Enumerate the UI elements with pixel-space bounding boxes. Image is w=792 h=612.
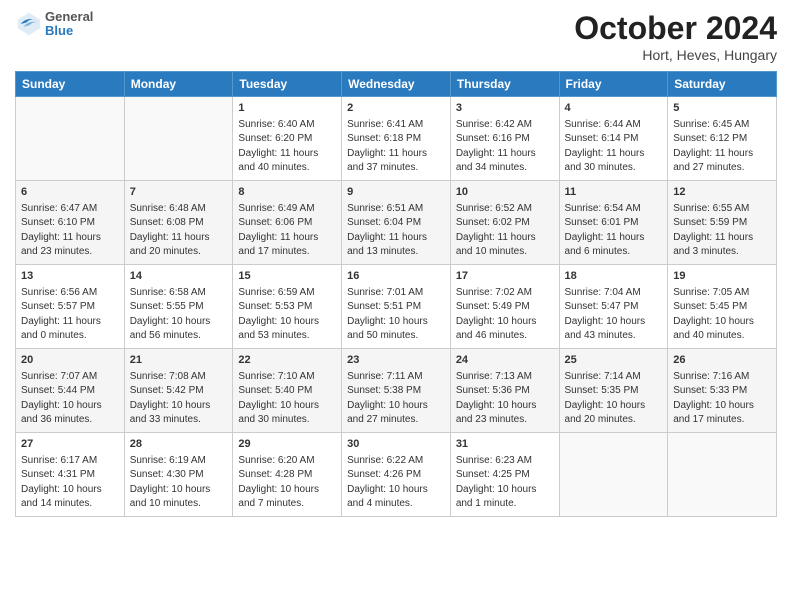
calendar-cell: 16Sunrise: 7:01 AMSunset: 5:51 PMDayligh… [342,264,451,348]
calendar-cell: 15Sunrise: 6:59 AMSunset: 5:53 PMDayligh… [233,264,342,348]
calendar-cell: 6Sunrise: 6:47 AMSunset: 6:10 PMDaylight… [16,180,125,264]
column-header-saturday: Saturday [668,72,777,97]
calendar-cell: 11Sunrise: 6:54 AMSunset: 6:01 PMDayligh… [559,180,668,264]
calendar-week-row: 13Sunrise: 6:56 AMSunset: 5:57 PMDayligh… [16,264,777,348]
column-header-friday: Friday [559,72,668,97]
day-number: 17 [456,269,554,285]
calendar-cell: 12Sunrise: 6:55 AMSunset: 5:59 PMDayligh… [668,180,777,264]
day-number: 5 [673,101,771,117]
day-number: 6 [21,185,119,201]
calendar-subtitle: Hort, Heves, Hungary [574,47,777,63]
calendar-cell: 22Sunrise: 7:10 AMSunset: 5:40 PMDayligh… [233,348,342,432]
calendar-week-row: 20Sunrise: 7:07 AMSunset: 5:44 PMDayligh… [16,348,777,432]
logo-text: General Blue [45,10,93,39]
day-number: 10 [456,185,554,201]
day-number: 24 [456,353,554,369]
calendar-week-row: 6Sunrise: 6:47 AMSunset: 6:10 PMDaylight… [16,180,777,264]
calendar-cell: 3Sunrise: 6:42 AMSunset: 6:16 PMDaylight… [450,97,559,181]
day-number: 13 [21,269,119,285]
header: General Blue October 2024 Hort, Heves, H… [15,10,777,63]
calendar-cell: 7Sunrise: 6:48 AMSunset: 6:08 PMDaylight… [124,180,233,264]
calendar-cell: 5Sunrise: 6:45 AMSunset: 6:12 PMDaylight… [668,97,777,181]
calendar-cell: 17Sunrise: 7:02 AMSunset: 5:49 PMDayligh… [450,264,559,348]
column-header-thursday: Thursday [450,72,559,97]
day-number: 8 [238,185,336,201]
calendar-week-row: 27Sunrise: 6:17 AMSunset: 4:31 PMDayligh… [16,432,777,516]
calendar-cell: 24Sunrise: 7:13 AMSunset: 5:36 PMDayligh… [450,348,559,432]
calendar-title: October 2024 [574,10,777,47]
day-number: 29 [238,437,336,453]
logo: General Blue [15,10,93,39]
column-header-tuesday: Tuesday [233,72,342,97]
calendar-header-row: SundayMondayTuesdayWednesdayThursdayFrid… [16,72,777,97]
title-block: October 2024 Hort, Heves, Hungary [574,10,777,63]
calendar-cell: 31Sunrise: 6:23 AMSunset: 4:25 PMDayligh… [450,432,559,516]
calendar-cell: 23Sunrise: 7:11 AMSunset: 5:38 PMDayligh… [342,348,451,432]
day-number: 4 [565,101,663,117]
calendar-cell: 26Sunrise: 7:16 AMSunset: 5:33 PMDayligh… [668,348,777,432]
day-number: 22 [238,353,336,369]
calendar-cell: 2Sunrise: 6:41 AMSunset: 6:18 PMDaylight… [342,97,451,181]
day-number: 11 [565,185,663,201]
calendar-cell: 10Sunrise: 6:52 AMSunset: 6:02 PMDayligh… [450,180,559,264]
calendar-cell [559,432,668,516]
calendar-cell: 20Sunrise: 7:07 AMSunset: 5:44 PMDayligh… [16,348,125,432]
day-number: 28 [130,437,228,453]
calendar-cell: 25Sunrise: 7:14 AMSunset: 5:35 PMDayligh… [559,348,668,432]
calendar-table: SundayMondayTuesdayWednesdayThursdayFrid… [15,71,777,517]
day-number: 20 [21,353,119,369]
day-number: 19 [673,269,771,285]
calendar-cell: 4Sunrise: 6:44 AMSunset: 6:14 PMDaylight… [559,97,668,181]
day-number: 30 [347,437,445,453]
calendar-cell [124,97,233,181]
day-number: 21 [130,353,228,369]
day-number: 12 [673,185,771,201]
calendar-cell: 28Sunrise: 6:19 AMSunset: 4:30 PMDayligh… [124,432,233,516]
calendar-cell [668,432,777,516]
logo-blue: Blue [45,24,93,38]
day-number: 2 [347,101,445,117]
day-number: 14 [130,269,228,285]
day-number: 25 [565,353,663,369]
day-number: 9 [347,185,445,201]
day-number: 3 [456,101,554,117]
column-header-monday: Monday [124,72,233,97]
day-number: 27 [21,437,119,453]
day-number: 23 [347,353,445,369]
calendar-cell: 29Sunrise: 6:20 AMSunset: 4:28 PMDayligh… [233,432,342,516]
day-number: 16 [347,269,445,285]
calendar-week-row: 1Sunrise: 6:40 AMSunset: 6:20 PMDaylight… [16,97,777,181]
calendar-cell: 21Sunrise: 7:08 AMSunset: 5:42 PMDayligh… [124,348,233,432]
day-number: 31 [456,437,554,453]
calendar-cell: 18Sunrise: 7:04 AMSunset: 5:47 PMDayligh… [559,264,668,348]
logo-icon [15,10,43,38]
calendar-cell [16,97,125,181]
calendar-cell: 13Sunrise: 6:56 AMSunset: 5:57 PMDayligh… [16,264,125,348]
day-number: 1 [238,101,336,117]
page: General Blue October 2024 Hort, Heves, H… [0,0,792,612]
calendar-cell: 9Sunrise: 6:51 AMSunset: 6:04 PMDaylight… [342,180,451,264]
day-number: 18 [565,269,663,285]
day-number: 7 [130,185,228,201]
calendar-cell: 8Sunrise: 6:49 AMSunset: 6:06 PMDaylight… [233,180,342,264]
day-number: 26 [673,353,771,369]
calendar-cell: 14Sunrise: 6:58 AMSunset: 5:55 PMDayligh… [124,264,233,348]
calendar-cell: 1Sunrise: 6:40 AMSunset: 6:20 PMDaylight… [233,97,342,181]
calendar-cell: 19Sunrise: 7:05 AMSunset: 5:45 PMDayligh… [668,264,777,348]
calendar-cell: 27Sunrise: 6:17 AMSunset: 4:31 PMDayligh… [16,432,125,516]
calendar-cell: 30Sunrise: 6:22 AMSunset: 4:26 PMDayligh… [342,432,451,516]
logo-general: General [45,10,93,24]
day-number: 15 [238,269,336,285]
column-header-wednesday: Wednesday [342,72,451,97]
column-header-sunday: Sunday [16,72,125,97]
